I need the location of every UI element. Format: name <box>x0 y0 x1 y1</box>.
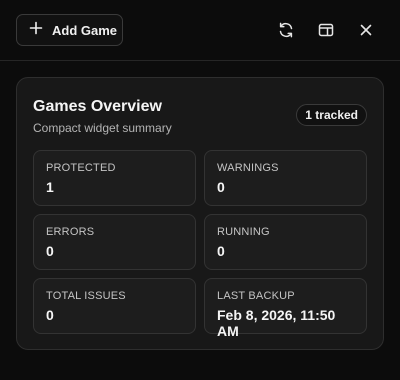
stat-label: TOTAL ISSUES <box>46 290 126 302</box>
stat-label: LAST BACKUP <box>217 290 295 302</box>
stat-value: 0 <box>217 179 225 195</box>
add-game-button[interactable]: Add Game <box>16 14 123 46</box>
plus-icon <box>29 21 43 40</box>
games-overview-card: Games Overview Compact widget summary 1 … <box>16 77 384 350</box>
stat-protected: PROTECTED 1 <box>33 150 196 206</box>
stat-last-backup: LAST BACKUP Feb 8, 2026, 11:50 AM <box>204 278 367 339</box>
toolbar: Add Game <box>0 0 400 61</box>
stat-running: RUNNING 0 <box>204 214 367 270</box>
close-icon[interactable] <box>355 19 377 41</box>
card-subtitle: Compact widget summary <box>33 121 172 135</box>
refresh-icon[interactable] <box>275 19 297 41</box>
stat-value: 0 <box>217 243 225 259</box>
card-title: Games Overview <box>33 98 162 115</box>
stat-label: RUNNING <box>217 226 270 238</box>
stat-value: Feb 8, 2026, 11:50 AM <box>217 307 336 339</box>
stats-grid: PROTECTED 1 WARNINGS 0 ERRORS 0 RUNNING … <box>33 150 367 339</box>
stat-label: PROTECTED <box>46 162 116 174</box>
stat-label: WARNINGS <box>217 162 279 174</box>
stat-errors: ERRORS 0 <box>33 214 196 270</box>
layout-panel-icon[interactable] <box>315 19 337 41</box>
tracked-badge: 1 tracked <box>296 104 367 126</box>
stat-warnings: WARNINGS 0 <box>204 150 367 206</box>
stat-value: 0 <box>46 243 54 259</box>
stat-value: 0 <box>46 307 54 323</box>
stat-label: ERRORS <box>46 226 95 238</box>
add-game-label: Add Game <box>52 22 118 38</box>
stat-value: 1 <box>46 179 54 195</box>
stat-total-issues: TOTAL ISSUES 0 <box>33 278 196 334</box>
